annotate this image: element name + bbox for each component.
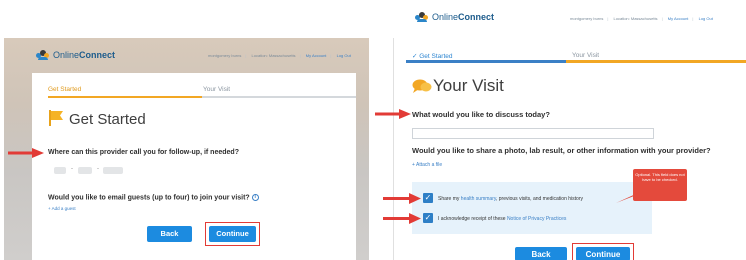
red-arrow-icon xyxy=(8,148,44,158)
my-account-link[interactable]: My Account xyxy=(306,53,327,58)
phone-line-field[interactable] xyxy=(103,167,123,174)
red-arrow-icon xyxy=(383,213,421,224)
discuss-input[interactable] xyxy=(412,128,654,139)
right-logo[interactable]: OnlineConnect xyxy=(415,12,494,22)
red-arrow-icon xyxy=(383,193,421,204)
info-icon[interactable]: i xyxy=(251,194,259,201)
health-summary-link[interactable]: health summary xyxy=(461,196,496,202)
add-guest-link[interactable]: + Add a guest xyxy=(48,206,76,211)
left-logo[interactable]: OnlineConnect xyxy=(36,50,115,60)
highlight-box xyxy=(572,243,634,260)
step-your-visit[interactable]: Your Visit xyxy=(203,86,230,93)
brand-name: OnlineConnect xyxy=(432,12,495,22)
acknowledge-privacy-label: I acknowledge receipt of these Notice of… xyxy=(438,216,567,222)
guests-question: Would you like to email guests (up to fo… xyxy=(48,194,259,201)
log-out-link[interactable]: Log Out xyxy=(699,16,713,21)
left-top-links: montgomery burns | Location: Massachusett… xyxy=(208,53,351,58)
back-button[interactable]: Back xyxy=(515,247,567,260)
phone-question: Where can this provider call you for fol… xyxy=(48,149,239,156)
people-logo-icon xyxy=(415,12,429,22)
brand-name: OnlineConnect xyxy=(53,50,116,60)
page-title: Get Started xyxy=(69,111,146,128)
phone-prefix-field[interactable] xyxy=(78,167,92,174)
share-health-summary-checkbox[interactable]: ✓ xyxy=(423,193,433,203)
step-progress-inactive xyxy=(202,96,356,98)
user-name: montgomery burns xyxy=(208,53,242,58)
red-arrow-icon xyxy=(375,109,411,119)
location[interactable]: Location: Massachusetts xyxy=(614,16,658,21)
right-top-links: montgomery burns | Location: Massachusett… xyxy=(570,16,713,21)
step-progress-active xyxy=(48,96,202,98)
highlight-box xyxy=(205,222,260,246)
page-title: Your Visit xyxy=(433,76,504,95)
step-progress-complete xyxy=(406,60,566,63)
share-question: Would you like to share a photo, lab res… xyxy=(412,146,711,155)
step-get-started[interactable]: ✓ Get Started xyxy=(412,52,453,60)
phone-area-code-field[interactable] xyxy=(54,167,66,174)
attach-file-link[interactable]: + Attach a file xyxy=(412,162,442,168)
people-logo-icon xyxy=(36,50,50,60)
user-name: montgomery burns xyxy=(570,16,604,21)
step-progress-current xyxy=(566,60,746,63)
phone-separator: - xyxy=(97,166,99,172)
consent-section xyxy=(412,182,652,234)
acknowledge-privacy-checkbox[interactable]: ✓ xyxy=(423,213,433,223)
tooltip-pointer xyxy=(616,192,640,203)
share-health-summary-label: Share my health summary, previous visits… xyxy=(438,196,583,202)
discuss-question: What would you like to discuss today? xyxy=(412,110,550,119)
privacy-practices-link[interactable]: Notice of Privacy Practices xyxy=(507,216,566,222)
my-account-link[interactable]: My Account xyxy=(668,16,689,21)
phone-separator: - xyxy=(71,166,73,172)
step-your-visit[interactable]: Your Visit xyxy=(572,52,599,59)
optional-tooltip: Optional. This field does not have to be… xyxy=(633,169,687,201)
chat-bubbles-icon xyxy=(412,79,432,93)
step-get-started[interactable]: Get Started xyxy=(48,86,81,93)
back-button[interactable]: Back xyxy=(147,226,192,242)
log-out-link[interactable]: Log Out xyxy=(337,53,351,58)
flag-icon xyxy=(49,110,63,126)
location[interactable]: Location: Massachusetts xyxy=(252,53,296,58)
